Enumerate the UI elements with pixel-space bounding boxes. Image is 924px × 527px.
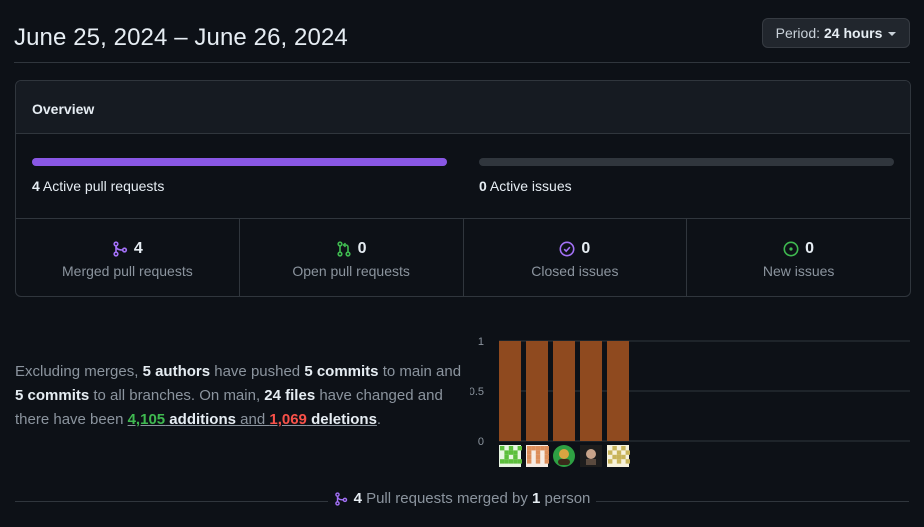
commits-by-author-chart: 1 0.5 0 [469,330,910,470]
overview-stats: 4 Merged pull requests 0 Open pull reque… [16,219,910,296]
chart-y-tick-label: 0 [478,436,484,448]
merged-count: 4 [353,490,362,507]
chart-bar[interactable] [553,341,575,441]
author-avatar[interactable] [580,445,602,467]
merged-pr-icon [113,241,128,257]
chart-y-tick-label: 0.5 [470,386,484,398]
pull-requests-progress-bar[interactable] [32,158,447,166]
overview-panel: Overview 4 Active pull requests 0 Active… [15,80,911,297]
caret-down-icon [888,32,897,36]
period-label: Period: [775,25,820,41]
chart-bar[interactable] [580,341,602,441]
author-avatar[interactable] [526,445,549,467]
stat-new-issues[interactable]: 0 New issues [686,219,910,296]
closed-issue-icon [559,241,575,257]
chart-y-tick-label: 1 [478,336,484,348]
author-avatar[interactable] [499,445,522,467]
closed-issues-value: 0 [581,240,591,257]
active-pull-requests-label: Active pull requests [42,178,165,194]
summary-text: to all branches. On main, [89,387,265,404]
overview-header: Overview [16,81,910,134]
chart-svg: 10.50 [469,336,910,467]
period-value: 24 hours [824,25,883,41]
commits-main-count: 5 commits [304,363,379,380]
open-pull-requests-value: 0 [357,240,367,257]
period-dropdown-button[interactable]: Period: 24 hours [762,18,910,48]
pull-requests-merged-summary: 4 Pull requests merged by 1 person [0,490,924,510]
open-pull-requests-label: Open pull requests [292,263,410,279]
overview-title: Overview [32,101,95,117]
stat-closed-issues[interactable]: 0 Closed issues [462,219,687,296]
commit-summary: Excluding merges, 5 authors have pushed … [15,360,465,432]
merged-pr-icon [334,491,347,506]
new-issues-label: New issues [762,263,835,279]
files-changed-count: 24 files [264,387,316,404]
chart-bar[interactable] [607,341,629,441]
chart-bar[interactable] [499,341,521,441]
stat-merged-pull-requests[interactable]: 4 Merged pull requests [16,219,239,296]
active-issues-label: Active issues [489,178,572,194]
footer-text: Pull requests merged by [361,490,533,507]
page-header: June 25, 2024 – June 26, 2024 Period: 24… [14,0,910,63]
merged-pull-requests-value: 4 [133,240,143,257]
author-avatar[interactable] [553,445,575,467]
deletions-word: deletions [306,411,377,428]
summary-text: have pushed [210,363,305,380]
summary-text: and [235,411,270,428]
summary-text: to main and [378,363,462,380]
active-pull-requests-count: 4 [32,178,40,194]
additions-deletions-link[interactable]: 4,105 additions and 1,069 deletions [128,411,377,428]
author-avatar[interactable] [607,445,630,467]
additions-count: 4,105 [127,411,166,428]
pull-requests-progress-fill [32,158,447,166]
summary-text: Excluding merges, [15,363,143,380]
summary-text: . [376,411,382,428]
stat-open-pull-requests[interactable]: 0 Open pull requests [238,219,463,296]
closed-issues-label: Closed issues [531,263,619,279]
additions-word: additions [165,411,236,428]
open-pr-icon [337,241,351,257]
authors-count: 5 authors [142,363,211,380]
commits-all-count: 5 commits [15,387,90,404]
active-issues-count: 0 [479,178,487,194]
issues-progress-bar[interactable] [479,158,894,166]
footer-text: person [540,490,591,507]
date-range-title: June 25, 2024 – June 26, 2024 [14,24,348,51]
new-issues-value: 0 [805,240,815,257]
new-issue-icon [783,241,799,257]
active-issues-summary[interactable]: 0 Active issues [479,178,572,194]
merged-pull-requests-label: Merged pull requests [62,263,193,279]
active-pull-requests-summary[interactable]: 4 Active pull requests [32,178,164,194]
deletions-count: 1,069 [269,411,307,428]
chart-bar[interactable] [526,341,548,441]
